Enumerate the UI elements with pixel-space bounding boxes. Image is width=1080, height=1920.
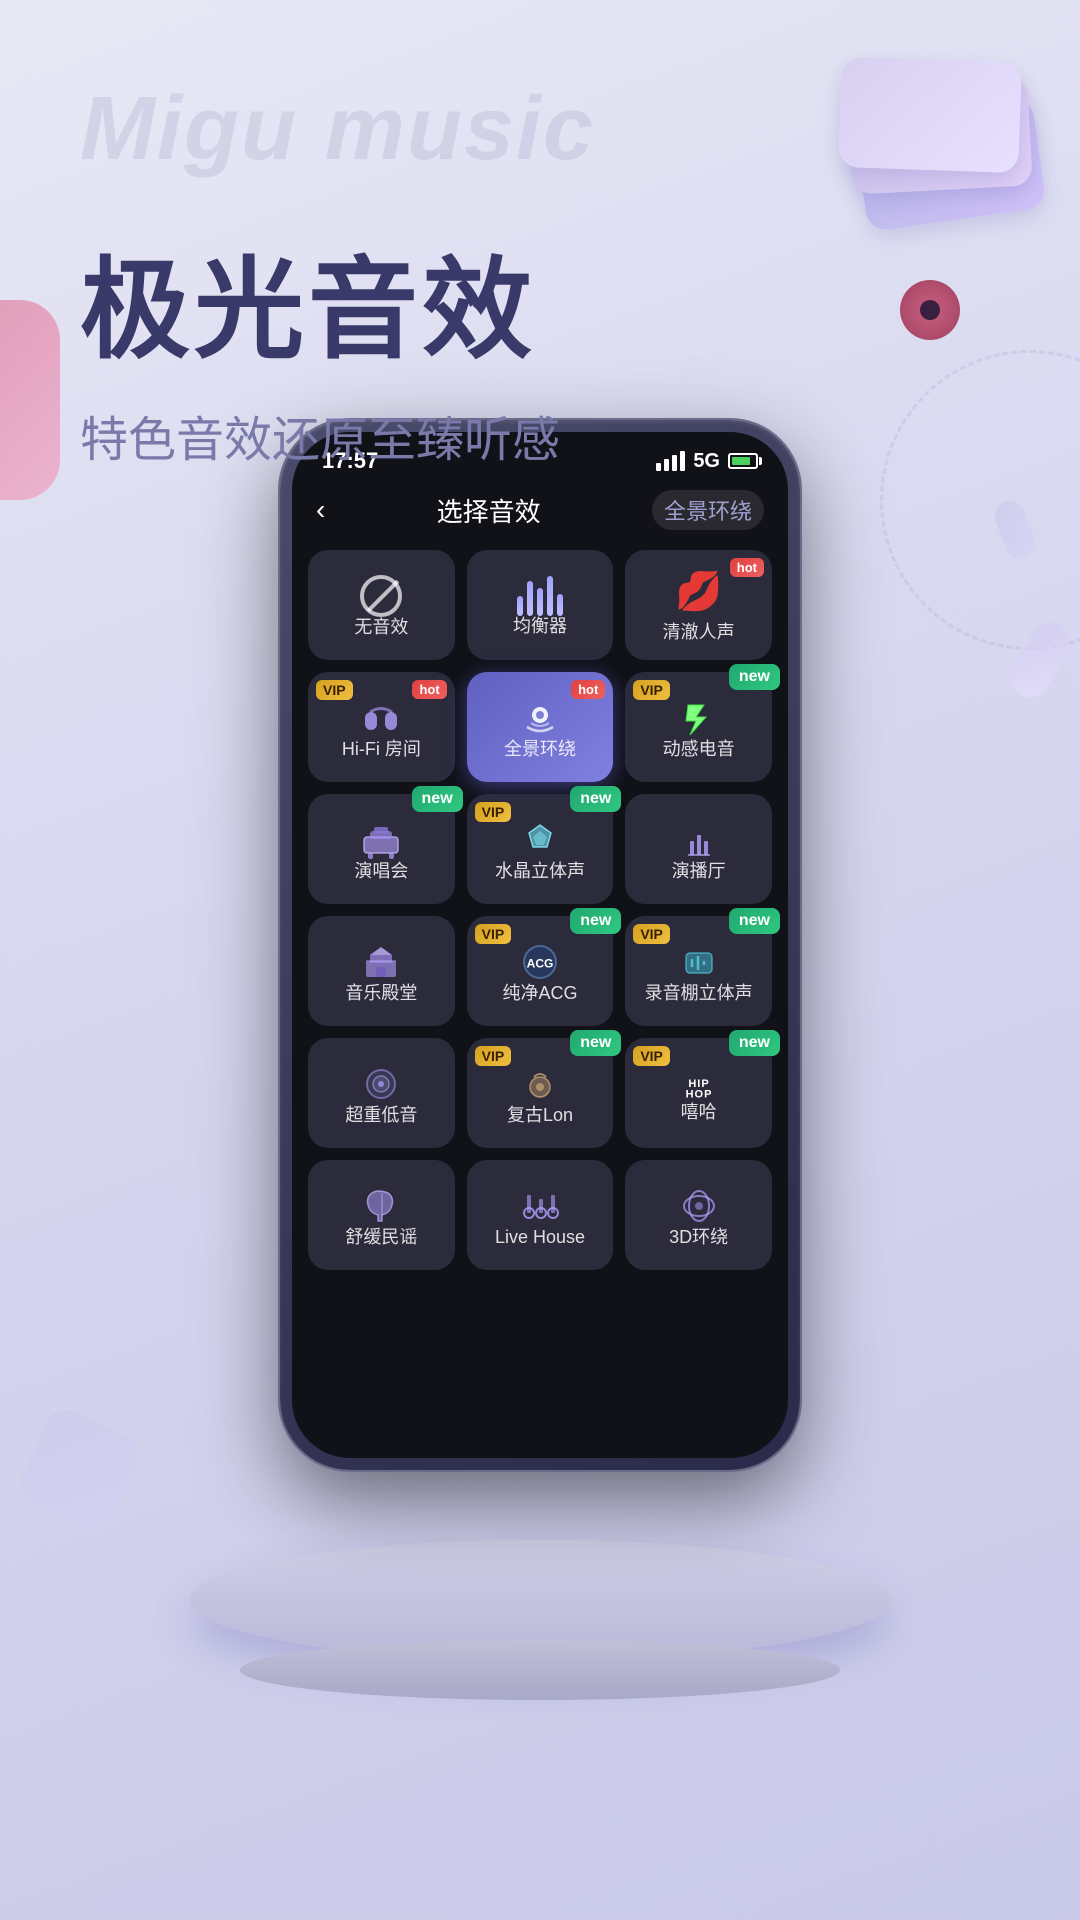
- dynamic-icon: [678, 697, 720, 739]
- effect-crystal[interactable]: VIP new 水晶立体声: [467, 794, 614, 904]
- hall-icon: [678, 819, 720, 861]
- effect-label-dynamic: 动感电音: [663, 739, 735, 761]
- phone-mockup: 17:57 5G ‹ 选择音效 全: [280, 420, 800, 1470]
- panoramic-icon: [519, 697, 561, 739]
- effect-bass[interactable]: 超重低音: [308, 1038, 455, 1148]
- concert-icon: [360, 819, 402, 861]
- effect-studio[interactable]: VIP new 录音棚立体声: [625, 916, 772, 1026]
- new-badge-hiphop: new: [729, 1030, 780, 1056]
- effect-hifi[interactable]: VIP hot Hi-Fi 房间: [308, 672, 455, 782]
- effect-label-equalizer: 均衡器: [513, 616, 567, 638]
- effect-equalizer[interactable]: 均衡器: [467, 550, 614, 660]
- effect-folk[interactable]: 舒缓民谣: [308, 1160, 455, 1270]
- effect-palace[interactable]: 音乐殿堂: [308, 916, 455, 1026]
- svg-text:HOP: HOP: [685, 1089, 712, 1101]
- retro-icon: [519, 1063, 561, 1105]
- new-badge-acg: new: [570, 908, 621, 934]
- effect-concert[interactable]: new 演唱会: [308, 794, 455, 904]
- screen-title: 选择音效: [437, 492, 541, 529]
- hiphop-icon: HIP HOP: [678, 1066, 720, 1102]
- effect-label-hifi: Hi-Fi 房间: [342, 739, 421, 761]
- effect-label-panoramic: 全景环绕: [504, 739, 576, 761]
- effect-label-hall: 演播厅: [672, 861, 726, 883]
- effect-label-live-house: Live House: [495, 1227, 585, 1249]
- active-effect-tag: 全景环绕: [652, 490, 764, 530]
- effect-label-clear-voice: 清澈人声: [663, 622, 735, 644]
- effect-label-crystal: 水晶立体声: [495, 861, 585, 883]
- effect-3d-surround[interactable]: 3D环绕: [625, 1160, 772, 1270]
- effects-grid: 无音效 均衡器 hot 💋 清澈人声: [292, 542, 788, 1278]
- hot-badge: hot: [730, 558, 764, 577]
- vip-badge-crystal: VIP: [475, 802, 512, 822]
- effect-clear-voice[interactable]: hot 💋 清澈人声: [625, 550, 772, 660]
- acg-icon: ACG: [519, 941, 561, 983]
- no-effect-icon: [360, 575, 402, 617]
- watermark-text: Migu music: [80, 80, 595, 179]
- bass-icon: [360, 1063, 402, 1105]
- new-badge-crystal: new: [570, 786, 621, 812]
- new-badge-concert: new: [412, 786, 463, 812]
- effect-label-hiphop: 嘻哈: [681, 1102, 717, 1124]
- palace-icon: [360, 941, 402, 983]
- effect-hall[interactable]: 演播厅: [625, 794, 772, 904]
- new-badge-retro: new: [570, 1030, 621, 1056]
- new-badge-dynamic: new: [729, 664, 780, 690]
- live-house-icon: [519, 1185, 561, 1227]
- folk-icon: [360, 1185, 402, 1227]
- effect-label-folk: 舒缓民谣: [345, 1227, 417, 1249]
- effect-panoramic[interactable]: hot 全景环绕: [467, 672, 614, 782]
- hot-badge-panoramic: hot: [571, 680, 605, 699]
- back-button[interactable]: ‹: [316, 494, 325, 526]
- vip-badge: VIP: [316, 680, 353, 700]
- sub-title: 特色音效还原至臻听感: [80, 400, 1000, 470]
- pedestal-base: [240, 1640, 840, 1700]
- effect-label-bass: 超重低音: [345, 1105, 417, 1127]
- svg-text:ACG: ACG: [527, 956, 554, 970]
- effect-label-acg: 纯净ACG: [502, 983, 577, 1005]
- vip-badge-dynamic: VIP: [633, 680, 670, 700]
- studio-icon: [678, 941, 720, 983]
- hifi-icon: [360, 697, 402, 739]
- effect-live-house[interactable]: Live House: [467, 1160, 614, 1270]
- effect-acg[interactable]: VIP new ACG 纯净ACG: [467, 916, 614, 1026]
- effect-label-3d-surround: 3D环绕: [669, 1227, 728, 1249]
- vip-badge-hiphop: VIP: [633, 1046, 670, 1066]
- new-badge-studio: new: [729, 908, 780, 934]
- vip-badge-acg: VIP: [475, 924, 512, 944]
- crystal-icon: [519, 819, 561, 861]
- hot-badge-hifi: hot: [412, 680, 446, 699]
- effect-dynamic[interactable]: VIP new 动感电音: [625, 672, 772, 782]
- hero-section: Migu music 极光音效 特色音效还原至臻听感: [80, 80, 1000, 470]
- effect-label-no-effect: 无音效: [354, 617, 408, 639]
- vip-badge-studio: VIP: [633, 924, 670, 944]
- effect-label-studio: 录音棚立体声: [645, 983, 753, 1005]
- equalizer-icon: [517, 576, 563, 616]
- effect-label-palace: 音乐殿堂: [345, 983, 417, 1005]
- effect-hiphop[interactable]: VIP new HIP HOP 嘻哈: [625, 1038, 772, 1148]
- vip-badge-retro: VIP: [475, 1046, 512, 1066]
- effect-no-effect[interactable]: 无音效: [308, 550, 455, 660]
- effect-label-retro: 复古Lon: [507, 1105, 573, 1127]
- effect-retro[interactable]: VIP new 复古Lon: [467, 1038, 614, 1148]
- main-title: 极光音效: [80, 220, 1000, 380]
- 3d-surround-icon: [678, 1185, 720, 1227]
- screen-header: ‹ 选择音效 全景环绕: [292, 482, 788, 542]
- effect-label-concert: 演唱会: [354, 861, 408, 883]
